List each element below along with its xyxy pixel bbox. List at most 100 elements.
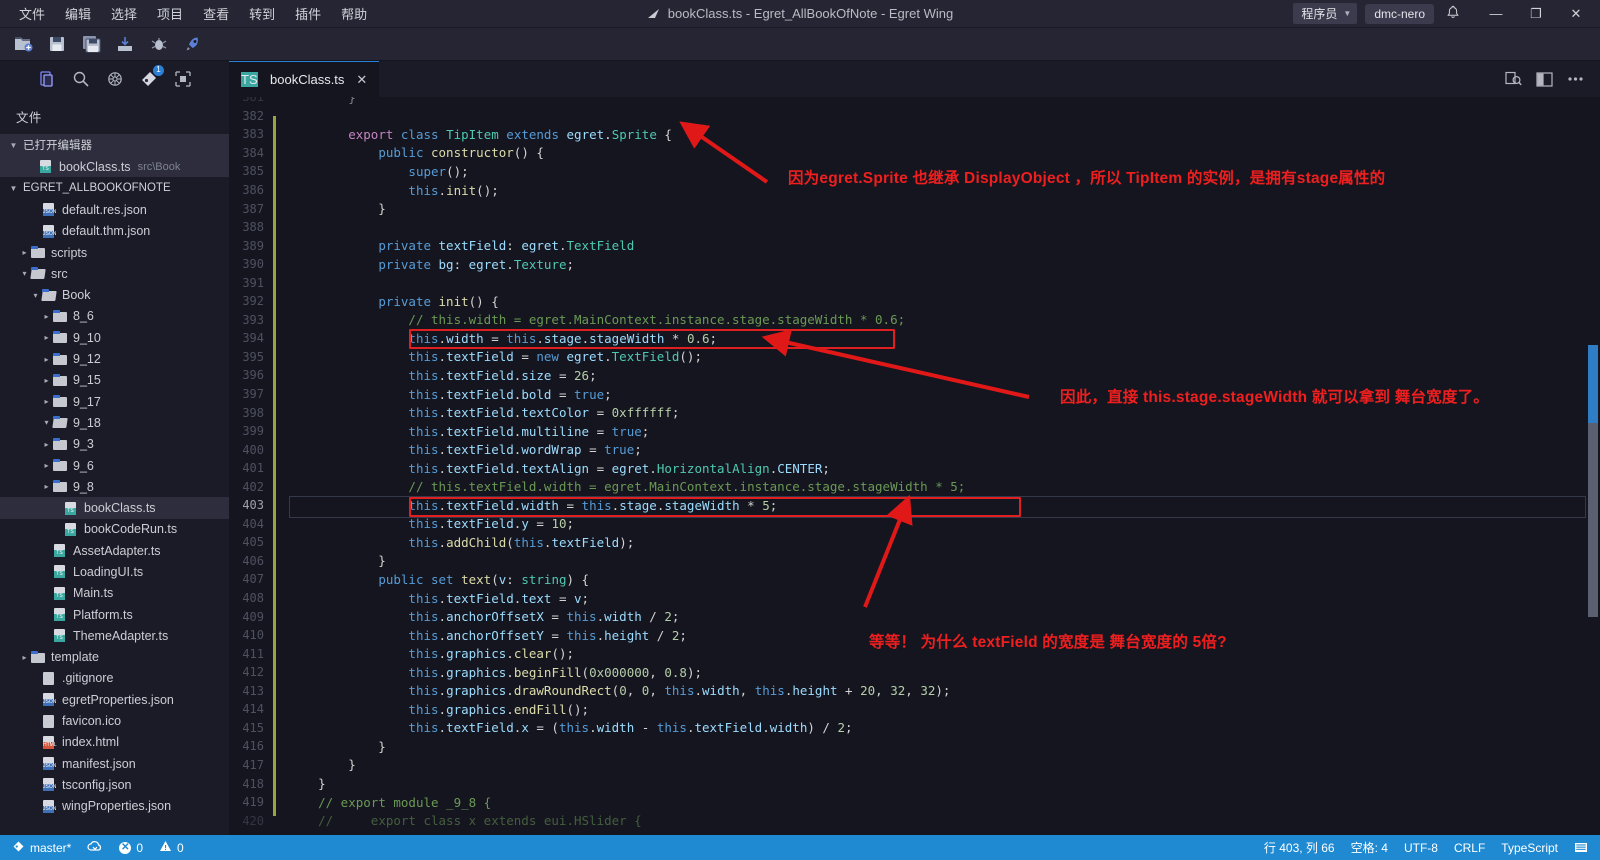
tree-file-row[interactable]: TS AssetAdapter.ts — [0, 540, 229, 561]
status-warnings[interactable]: 0 — [151, 835, 192, 860]
chevron-right-icon[interactable]: ▸ — [41, 461, 52, 470]
tree-file-row[interactable]: favicon.ico — [0, 710, 229, 731]
tree-file-row[interactable]: .gitignore — [0, 668, 229, 689]
tree-file-row[interactable]: TS ThemeAdapter.ts — [0, 625, 229, 646]
code-line[interactable]: 415 this.textField.x = (this.width - thi… — [229, 719, 1600, 738]
code-line[interactable]: 386 this.init(); — [229, 181, 1600, 200]
code-line[interactable]: 391 — [229, 273, 1600, 292]
status-indentation[interactable]: 空格: 4 — [1343, 835, 1396, 860]
tree-file-row[interactable]: HTML index.html — [0, 732, 229, 753]
code-line[interactable]: 392 private init() { — [229, 292, 1600, 311]
run-icon[interactable] — [178, 31, 208, 57]
tree-folder-row[interactable]: ▸ 9_3 — [0, 434, 229, 455]
open-editor-item[interactable]: TS bookClass.ts src\Book — [0, 156, 229, 178]
role-selector[interactable]: 程序员 ▼ — [1293, 3, 1358, 24]
tree-file-row[interactable]: JSON default.thm.json — [0, 221, 229, 242]
status-errors[interactable]: ✕ 0 — [111, 835, 151, 860]
open-editors-section[interactable]: ▼ 已打开编辑器 — [0, 134, 229, 156]
tree-folder-row[interactable]: ▾ 9_18 — [0, 412, 229, 433]
chevron-right-icon[interactable]: ▸ — [19, 248, 30, 257]
chevron-down-icon[interactable]: ▾ — [41, 418, 52, 427]
code-editor[interactable]: 381 } 382 383 export class TipItem extends… — [229, 97, 1600, 835]
source-control-icon[interactable]: 1 — [134, 64, 164, 94]
status-eol[interactable]: CRLF — [1446, 835, 1493, 860]
code-line[interactable]: 388 — [229, 218, 1600, 237]
tree-folder-row[interactable]: ▸ 9_12 — [0, 348, 229, 369]
code-line[interactable]: 413 this.graphics.drawRoundRect(0, 0, th… — [229, 682, 1600, 701]
tree-file-row[interactable]: JSON manifest.json — [0, 753, 229, 774]
split-editor-icon[interactable] — [1536, 71, 1553, 87]
code-line[interactable]: 405 this.addChild(this.textField); — [229, 533, 1600, 552]
status-feedback[interactable] — [1566, 835, 1596, 860]
tree-folder-row[interactable]: ▾ Book — [0, 284, 229, 305]
chevron-right-icon[interactable]: ▸ — [41, 376, 52, 385]
status-branch[interactable]: master* — [4, 835, 79, 860]
project-root-section[interactable]: ▼ EGRET_ALLBOOKOFNOTE — [0, 177, 229, 199]
maximize-button[interactable]: ❐ — [1516, 0, 1556, 28]
code-line[interactable]: 402 // this.textField.width = egret.Main… — [229, 477, 1600, 496]
chevron-right-icon[interactable]: ▸ — [41, 355, 52, 364]
menu-item-2[interactable]: 选择 — [102, 1, 146, 26]
code-line[interactable]: 390 private bg: egret.Texture; — [229, 255, 1600, 274]
code-line[interactable]: 409 this.anchorOffsetX = this.width / 2; — [229, 607, 1600, 626]
code-line[interactable]: 414 this.graphics.endFill(); — [229, 700, 1600, 719]
publish-icon[interactable] — [110, 31, 140, 57]
chevron-right-icon[interactable]: ▸ — [41, 440, 52, 449]
status-encoding[interactable]: UTF-8 — [1396, 835, 1446, 860]
tree-folder-row[interactable]: ▸ 8_6 — [0, 306, 229, 327]
tree-file-row[interactable]: TS bookCodeRun.ts — [0, 519, 229, 540]
code-line[interactable]: 418 } — [229, 774, 1600, 793]
tree-folder-row[interactable]: ▸ template — [0, 647, 229, 668]
chevron-down-icon[interactable]: ▾ — [30, 291, 41, 300]
chevron-down-icon[interactable]: ▾ — [19, 269, 30, 278]
tree-folder-row[interactable]: ▸ 9_15 — [0, 370, 229, 391]
status-language-mode[interactable]: TypeScript — [1493, 835, 1566, 860]
open-preview-icon[interactable] — [1505, 71, 1522, 87]
menu-item-5[interactable]: 转到 — [240, 1, 284, 26]
code-line[interactable]: 406 } — [229, 552, 1600, 571]
code-line[interactable]: 397 this.textField.bold = true; — [229, 385, 1600, 404]
chevron-right-icon[interactable]: ▸ — [19, 653, 30, 662]
chevron-right-icon[interactable]: ▸ — [41, 482, 52, 491]
code-line[interactable]: 411 this.graphics.clear(); — [229, 644, 1600, 663]
file-explorer-tree[interactable]: ▼ 已打开编辑器 TS bookClass.ts src\Book ▼ EGRET_… — [0, 134, 229, 835]
tree-folder-row[interactable]: ▸ 9_10 — [0, 327, 229, 348]
code-line[interactable]: 395 this.textField = new egret.TextField… — [229, 348, 1600, 367]
save-all-icon[interactable] — [76, 31, 106, 57]
menu-item-3[interactable]: 项目 — [148, 1, 192, 26]
tree-folder-row[interactable]: ▾ src — [0, 263, 229, 284]
tree-file-row[interactable]: JSON wingProperties.json — [0, 796, 229, 817]
tree-folder-row[interactable]: ▸ 9_6 — [0, 455, 229, 476]
code-line[interactable]: 385 super(); — [229, 162, 1600, 181]
editor-vertical-scrollbar[interactable] — [1586, 97, 1600, 835]
chevron-right-icon[interactable]: ▸ — [41, 397, 52, 406]
extensions-icon[interactable] — [168, 64, 198, 94]
save-icon[interactable] — [42, 31, 72, 57]
code-line[interactable]: 389 private textField: egret.TextField — [229, 236, 1600, 255]
menu-item-4[interactable]: 查看 — [194, 1, 238, 26]
bell-icon[interactable] — [1446, 5, 1460, 23]
close-icon[interactable]: ✕ — [356, 72, 367, 88]
code-line[interactable]: 420 // export class x extends eui.HSlide… — [229, 811, 1600, 830]
code-line[interactable]: 382 — [229, 107, 1600, 126]
search-icon[interactable] — [66, 64, 96, 94]
code-line[interactable]: 393 // this.width = egret.MainContext.in… — [229, 311, 1600, 330]
status-sync[interactable] — [79, 835, 111, 860]
code-line[interactable]: 401 this.textField.textAlign = egret.Hor… — [229, 459, 1600, 478]
minimize-button[interactable]: — — [1476, 0, 1516, 28]
tab-bookClass-ts[interactable]: TS bookClass.ts ✕ — [229, 61, 380, 97]
code-line[interactable]: 398 this.textField.textColor = 0xffffff; — [229, 403, 1600, 422]
more-actions-icon[interactable] — [1567, 76, 1584, 82]
tree-file-row[interactable]: TS bookClass.ts — [0, 497, 229, 519]
code-line[interactable]: 400 this.textField.wordWrap = true; — [229, 440, 1600, 459]
code-line[interactable]: 403 this.textField.width = this.stage.st… — [229, 496, 1600, 515]
code-line[interactable]: 394 this.width = this.stage.stageWidth *… — [229, 329, 1600, 348]
tree-file-row[interactable]: TS LoadingUI.ts — [0, 561, 229, 582]
close-button[interactable]: ✕ — [1556, 0, 1596, 28]
new-project-icon[interactable] — [8, 31, 38, 57]
tree-folder-row[interactable]: ▸ 9_17 — [0, 391, 229, 412]
tree-folder-row[interactable]: ▸ 9_8 — [0, 476, 229, 497]
menu-item-0[interactable]: 文件 — [10, 1, 54, 26]
code-line[interactable]: 384 public constructor() { — [229, 144, 1600, 163]
code-line[interactable]: 396 this.textField.size = 26; — [229, 366, 1600, 385]
